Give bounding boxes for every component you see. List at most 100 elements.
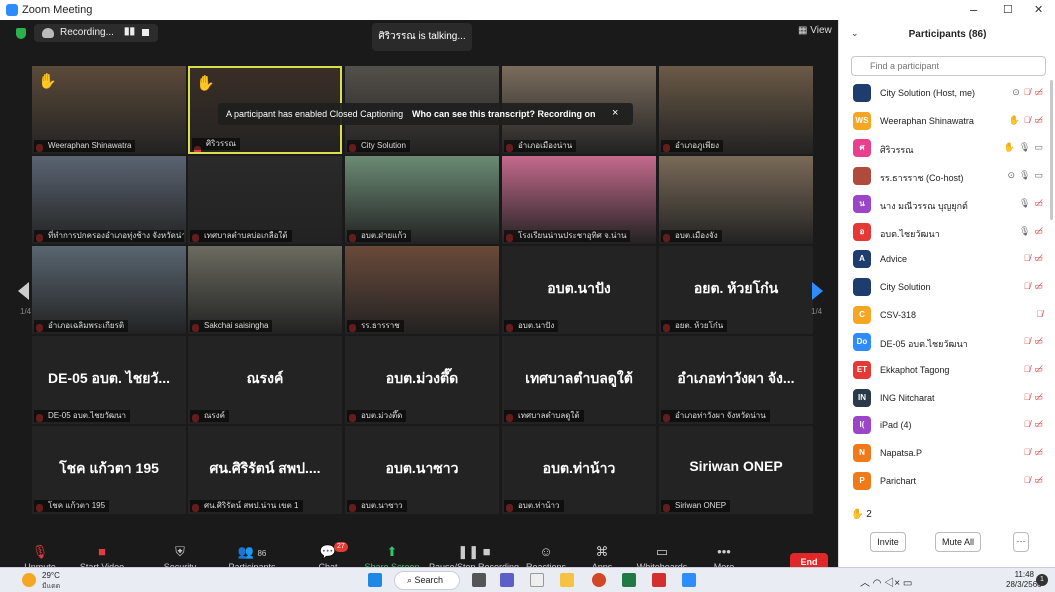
mic-icon[interactable]: 🎙	[1019, 142, 1030, 153]
video-tile[interactable]: อบต.ท่าน้าว อบต.ท่าน้าว	[502, 426, 656, 514]
video-tile[interactable]: เทศบาลตำบลดูใต้ เทศบาลตำบลดูใต้	[502, 336, 656, 424]
video-tile[interactable]: อบต.ฝายแก้ว	[345, 156, 499, 244]
close-button[interactable]: ✕	[1034, 3, 1043, 16]
participant-name: City Solution	[880, 281, 931, 292]
participant-row[interactable]: น นาง มณีวรรณ บุญยุกต์ 🎙 ▭̸	[839, 191, 1049, 219]
tile-display-name: ศน.ศิริรัตน์ สพป....	[209, 460, 321, 476]
muted-mic-icon[interactable]: 🎙̸	[1024, 87, 1031, 97]
invite-button[interactable]: Invite	[870, 532, 906, 552]
video-tile[interactable]: อบต.เมืองจัง	[659, 156, 813, 244]
participant-row[interactable]: ศ ศิริวรรณ ✋ 🎙 ▭	[839, 135, 1049, 163]
find-participant-input[interactable]	[851, 56, 1046, 76]
video-tile[interactable]: อบต.นาปัง อบต.นาปัง	[502, 246, 656, 334]
video-off-icon: ▭̸	[1034, 253, 1043, 264]
video-tile[interactable]: อบต.นาซาว อบต.นาซาว	[345, 426, 499, 514]
task-view-icon[interactable]	[472, 573, 486, 587]
video-tile[interactable]: Sakchai saisingha	[188, 246, 342, 334]
muted-mic-icon[interactable]: 🎙̸	[1024, 115, 1031, 125]
acrobat-icon[interactable]	[652, 573, 666, 587]
participant-row[interactable]: รร.ธารราช (Co-host) ⊙ 🎙 ▭	[839, 163, 1049, 191]
participant-row[interactable]: I(iPad (4) 🎙̸ ▭̸	[839, 412, 1049, 440]
participant-name: iPad (4)	[880, 420, 912, 431]
system-tray[interactable]: ︿ ◠ ◁× ▭	[860, 574, 912, 589]
muted-mic-icon[interactable]: 🎙̸	[1024, 419, 1031, 429]
mute-all-button[interactable]: Mute All	[935, 532, 981, 552]
muted-mic-icon[interactable]: 🎙̸	[1024, 336, 1031, 346]
mic-icon[interactable]: 🎙	[1019, 226, 1030, 237]
system-clock[interactable]: 11:48 28/3/2566	[1006, 570, 1042, 590]
participant-status-icons: 🎙 ▭̸	[1015, 198, 1043, 209]
participant-row[interactable]: City Solution (Host, me) ⊙ 🎙̸ ▭̸	[839, 80, 1049, 108]
muted-mic-icon[interactable]: 🎙̸	[1024, 392, 1031, 402]
video-tile[interactable]: ศน.ศิริรัตน์ สพป.... ศน.ศิริรัตน์ สพป.น่า…	[188, 426, 342, 514]
next-page-arrow-icon[interactable]	[812, 282, 823, 300]
video-tile[interactable]: อำเภอท่าวังผา จัง... อำเภอท่าวังผา จังหวั…	[659, 336, 813, 424]
video-tile[interactable]: ✋ Weeraphan Shinawatra	[32, 66, 186, 154]
tile-name-label: Siriwan ONEP	[661, 500, 731, 512]
participant-status-icons: 🎙̸ ▭̸	[1020, 419, 1043, 430]
network-wifi-icon[interactable]: ◠	[873, 578, 882, 589]
previous-page-arrow-icon[interactable]	[18, 282, 29, 300]
video-tile[interactable]: อำเภอภูเพียง	[659, 66, 813, 154]
participant-row[interactable]: IN ING Nitcharat 🎙̸ ▭̸	[839, 385, 1049, 413]
speaker-icon[interactable]: ◁×	[884, 578, 900, 589]
tile-name-label: อบต.ฝายแก้ว	[347, 230, 411, 242]
meeting-topbar: Recording... ▮▮ ศิริวรรณ is talking... ▦…	[0, 20, 838, 51]
view-button[interactable]: ▦ View	[798, 25, 832, 36]
participant-row[interactable]: WS Weeraphan Shinawatra ✋ 🎙̸ ▭̸	[839, 108, 1049, 136]
caption-close-icon[interactable]: ×	[612, 107, 618, 119]
teams-icon[interactable]	[500, 573, 514, 587]
panel-more-button[interactable]: ···	[1013, 532, 1029, 552]
video-tile[interactable]: ที่ทำการปกครองอำเภอทุ่งช้าง จังหวัดน่าน	[32, 156, 186, 244]
excel-icon[interactable]	[622, 573, 636, 587]
participant-row[interactable]: Do DE-05 อบต.ไชยวัฒนา 🎙̸ ▭̸	[839, 329, 1049, 357]
participant-row[interactable]: A Advice 🎙̸ ▭̸	[839, 246, 1049, 274]
muted-mic-icon[interactable]: 🎙̸	[1024, 447, 1031, 457]
notification-badge[interactable]: 1	[1036, 574, 1048, 586]
muted-mic-icon[interactable]: 🎙̸	[1024, 475, 1031, 485]
raised-hand-icon: ✋	[1008, 114, 1020, 125]
video-tile[interactable]: DE-05 อบต. ไชยวั... DE-05 อบต.ไชยวัฒนา	[32, 336, 186, 424]
participant-row[interactable]: N Napatsa.P 🎙̸ ▭̸	[839, 440, 1049, 468]
windows-start-icon[interactable]	[368, 573, 382, 587]
tray-overflow-icon[interactable]: ︿	[860, 578, 870, 589]
video-tile[interactable]: โชค แก้วตา 195 โชค แก้วตา 195	[32, 426, 186, 514]
muted-mic-icon[interactable]: 🎙̸	[1024, 364, 1031, 374]
window-titlebar: Zoom Meeting – ☐ ✕	[0, 0, 1055, 20]
video-tile[interactable]: ณรงค์ ณรงค์	[188, 336, 342, 424]
file-explorer-icon[interactable]	[560, 573, 574, 587]
powerpoint-icon[interactable]	[592, 573, 606, 587]
avatar: ET	[853, 361, 871, 379]
pause-recording-icon[interactable]: ▮▮	[124, 26, 135, 37]
participant-list-scrollbar[interactable]	[1050, 80, 1053, 220]
file-icon[interactable]	[530, 573, 544, 587]
video-tile[interactable]: รร.ธารราช	[345, 246, 499, 334]
page-indicator-right: 1/4	[811, 307, 823, 316]
minimize-button[interactable]: –	[970, 2, 977, 17]
zoom-taskbar-icon[interactable]	[682, 573, 696, 587]
video-tile[interactable]: อยต. ห้วยโก๋น อยต. ห้วยโก๋น	[659, 246, 813, 334]
video-tile[interactable]: โรงเรียนน่านประชาอุทิศ จ.น่าน	[502, 156, 656, 244]
mic-icon[interactable]: 🎙	[1019, 198, 1030, 209]
stop-recording-icon[interactable]	[142, 29, 149, 36]
muted-mic-icon[interactable]: 🎙̸	[1024, 281, 1031, 291]
video-tile[interactable]: อบต.ม่วงตึ๊ด อบต.ม่วงตึ๊ด	[345, 336, 499, 424]
battery-icon[interactable]: ▭	[903, 578, 912, 589]
participant-row[interactable]: City Solution 🎙̸ ▭̸	[839, 274, 1049, 302]
participant-row[interactable]: อ อบต.ไชยวัฒนา 🎙 ▭̸	[839, 219, 1049, 247]
video-tile[interactable]: Siriwan ONEP Siriwan ONEP	[659, 426, 813, 514]
participant-row[interactable]: C CSV-318 🎙̸	[839, 302, 1049, 330]
participant-row[interactable]: ET Ekkaphot Tagong 🎙̸ ▭̸	[839, 357, 1049, 385]
video-tile[interactable]: อำเภอเฉลิมพระเกียรติ	[32, 246, 186, 334]
video-tile[interactable]: เทศบาลตำบลบ่อเกลือใต้	[188, 156, 342, 244]
restore-button[interactable]: ☐	[1003, 3, 1013, 16]
mic-icon[interactable]: 🎙	[1019, 170, 1030, 181]
transcript-question-link[interactable]: Who can see this transcript? Recording o…	[412, 109, 596, 119]
muted-mic-icon[interactable]: 🎙̸	[1024, 253, 1031, 263]
muted-mic-icon[interactable]: 🎙̸	[1036, 309, 1043, 319]
encryption-shield-icon[interactable]	[16, 28, 26, 39]
participant-row[interactable]: P Parichart 🎙̸ ▭̸	[839, 468, 1049, 496]
participant-status-icons: 🎙̸ ▭̸	[1020, 392, 1043, 403]
taskbar-search[interactable]: ⌕ Search	[394, 571, 460, 590]
video-off-icon: ▭̸	[1034, 447, 1043, 458]
